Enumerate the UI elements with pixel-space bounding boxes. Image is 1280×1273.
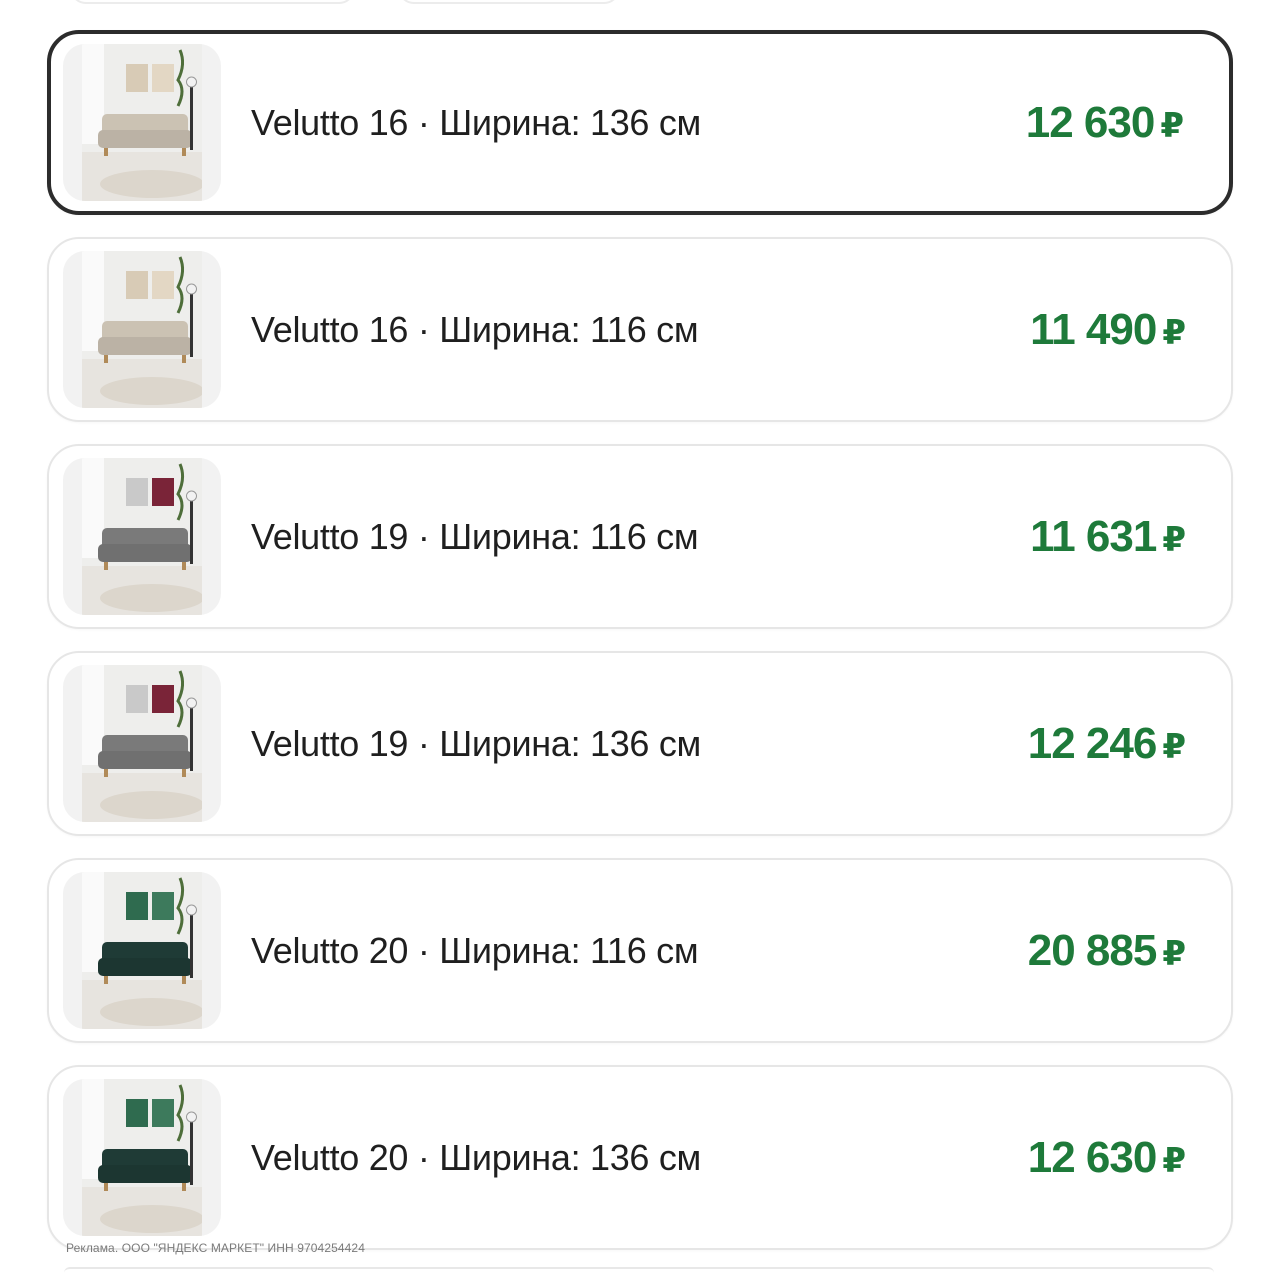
- page: Velutto 16 · Ширина: 136 см 12 630 ₽ Velu…: [0, 0, 1280, 1273]
- variant-card[interactable]: Velutto 19 · Ширина: 136 см 12 246 ₽: [47, 651, 1233, 836]
- variant-title: Velutto 19 · Ширина: 116 см: [251, 515, 699, 557]
- product-thumbnail: [63, 872, 221, 1029]
- sofa-image: [82, 872, 202, 1029]
- product-variant-list: Velutto 16 · Ширина: 136 см 12 630 ₽ Velu…: [47, 30, 1233, 1272]
- variant-title: Velutto 20 · Ширина: 116 см: [251, 929, 699, 971]
- variant-price: 11 490 ₽: [1030, 304, 1186, 355]
- sofa-image: [82, 44, 202, 201]
- variant-card[interactable]: Velutto 20 · Ширина: 136 см 12 630 ₽: [47, 1065, 1233, 1250]
- variant-price: 12 630 ₽: [1025, 97, 1184, 148]
- price-value: 11 490: [1030, 304, 1157, 354]
- variant-title: Velutto 16 · Ширина: 136 см: [251, 101, 701, 143]
- currency-symbol: ₽: [1162, 313, 1186, 352]
- variant-card[interactable]: Velutto 19 · Ширина: 116 см 11 631 ₽: [47, 444, 1233, 629]
- filter-chip[interactable]: [398, 0, 620, 4]
- variant-price: 12 246 ₽: [1027, 718, 1186, 769]
- price-value: 12 630: [1025, 97, 1156, 147]
- product-thumbnail: [63, 665, 221, 822]
- currency-symbol: ₽: [1162, 727, 1186, 766]
- variant-price: 11 631 ₽: [1030, 511, 1186, 562]
- price-value: 20 885: [1027, 925, 1158, 975]
- product-thumbnail: [63, 458, 221, 615]
- currency-symbol: ₽: [1162, 1141, 1186, 1180]
- product-thumbnail: [63, 44, 221, 201]
- variant-card[interactable]: Velutto 16 · Ширина: 116 см 11 490 ₽: [47, 237, 1233, 422]
- product-thumbnail: [63, 1079, 221, 1236]
- sofa-image: [82, 251, 202, 408]
- variant-title: Velutto 19 · Ширина: 136 см: [251, 722, 701, 764]
- price-value: 12 246: [1027, 718, 1158, 768]
- ad-disclaimer: Реклама. ООО "ЯНДЕКС МАРКЕТ" ИНН 9704254…: [66, 1241, 365, 1255]
- product-thumbnail: [63, 251, 221, 408]
- variant-card[interactable]: Velutto 16 · Ширина: 136 см 12 630 ₽: [47, 30, 1233, 215]
- currency-symbol: ₽: [1162, 934, 1186, 973]
- sofa-image: [82, 665, 202, 822]
- variant-price: 20 885 ₽: [1027, 925, 1186, 976]
- next-card-edge: [64, 1267, 1214, 1273]
- price-value: 12 630: [1027, 1132, 1158, 1182]
- variant-price: 12 630 ₽: [1027, 1132, 1186, 1183]
- price-value: 11 631: [1030, 511, 1157, 561]
- currency-symbol: ₽: [1162, 520, 1186, 559]
- sofa-image: [82, 1079, 202, 1236]
- variant-card[interactable]: Velutto 20 · Ширина: 116 см 20 885 ₽: [47, 858, 1233, 1043]
- sofa-image: [82, 458, 202, 615]
- variant-title: Velutto 16 · Ширина: 116 см: [251, 308, 699, 350]
- currency-symbol: ₽: [1160, 106, 1184, 145]
- filter-chip[interactable]: [70, 0, 355, 4]
- variant-title: Velutto 20 · Ширина: 136 см: [251, 1136, 701, 1178]
